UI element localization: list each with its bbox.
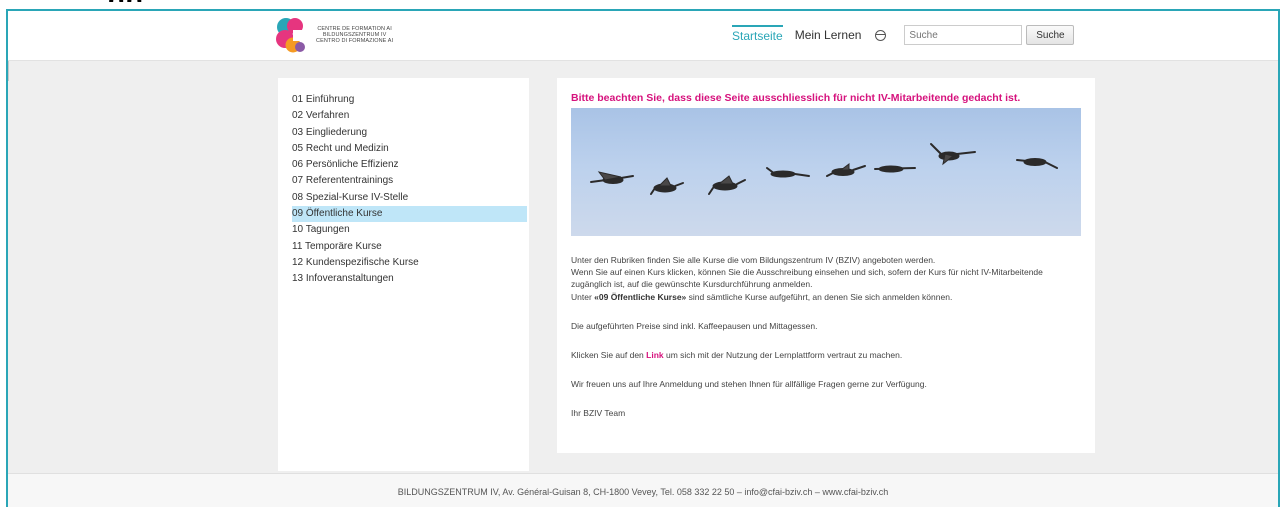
- nav-mein-lernen-link[interactable]: Mein Lernen: [795, 28, 862, 42]
- learning-platform-link[interactable]: Link: [646, 350, 663, 360]
- goose-6: [874, 165, 916, 173]
- intro-line-1: Unter den Rubriken finden Sie alle Kurse…: [571, 255, 936, 265]
- search-input[interactable]: [904, 25, 1023, 45]
- flying-geese-illustration: [590, 143, 1058, 195]
- top-navigation: Startseite Mein Lernen Suche: [732, 11, 1075, 59]
- closing-paragraph: Wir freuen uns auf Ihre Anmeldung und st…: [571, 379, 927, 390]
- goose-4: [766, 167, 810, 178]
- goose-2: [650, 177, 684, 195]
- category-item-13[interactable]: 13 Infoveranstaltungen: [278, 271, 529, 287]
- search-button[interactable]: Suche: [1026, 25, 1075, 45]
- intro-line-2: Wenn Sie auf einen Kurs klicken, können …: [571, 267, 1043, 290]
- site-header: CENTRE DE FORMATION AI BILDUNGSZENTRUM I…: [8, 11, 1278, 61]
- prices-paragraph: Die aufgeführten Preise sind inkl. Kaffe…: [571, 320, 818, 331]
- logo-text: CENTRE DE FORMATION AI BILDUNGSZENTRUM I…: [316, 26, 393, 44]
- category-item-01[interactable]: 01 Einführung: [278, 92, 529, 108]
- goose-7: [930, 143, 976, 166]
- intro-paragraph: Unter den Rubriken finden Sie alle Kurse…: [571, 254, 1081, 303]
- scroll-stub: [8, 61, 9, 81]
- category-item-06[interactable]: 06 Persönliche Effizienz: [278, 157, 529, 173]
- cropped-heading-fragment: gg: [108, 0, 144, 2]
- nav-startseite-link[interactable]: Startseite: [732, 25, 783, 43]
- logo-mark-icon: [276, 18, 310, 53]
- link-paragraph-post: um sich mit der Nutzung der Lernplattfor…: [663, 350, 903, 361]
- category-item-11[interactable]: 11 Temporäre Kurse: [278, 239, 529, 255]
- goose-5: [826, 163, 866, 177]
- category-item-02[interactable]: 02 Verfahren: [278, 108, 529, 124]
- course-category-sidebar: 01 Einführung 02 Verfahren 03 Einglieder…: [278, 78, 529, 471]
- category-item-12[interactable]: 12 Kundenspezifische Kurse: [278, 255, 529, 271]
- main-content: Bitte beachten Sie, dass diese Seite aus…: [557, 78, 1095, 453]
- browser-page: CENTRE DE FORMATION AI BILDUNGSZENTRUM I…: [6, 9, 1280, 507]
- category-item-10[interactable]: 10 Tagungen: [278, 222, 529, 238]
- hero-image-geese: [571, 108, 1081, 236]
- notice-heading: Bitte beachten Sie, dass diese Seite aus…: [571, 92, 1021, 104]
- language-globe-icon[interactable]: [875, 29, 887, 41]
- category-item-07[interactable]: 07 Referententrainings: [278, 173, 529, 189]
- category-list: 01 Einführung 02 Verfahren 03 Einglieder…: [278, 92, 529, 288]
- goose-1: [590, 171, 634, 184]
- category-item-09[interactable]: 09 Öffentliche Kurse: [292, 206, 527, 223]
- goose-3: [708, 175, 746, 195]
- intro-text: Unter den Rubriken finden Sie alle Kurse…: [571, 254, 1081, 420]
- site-logo[interactable]: CENTRE DE FORMATION AI BILDUNGSZENTRUM I…: [276, 17, 416, 53]
- goose-8: [1016, 158, 1058, 169]
- link-paragraph-pre: Klicken Sie auf den: [571, 350, 647, 361]
- category-item-03[interactable]: 03 Eingliederung: [278, 125, 529, 141]
- link-paragraph: Klicken Sie auf den Link um sich mit der…: [571, 349, 1081, 361]
- intro-line-3-pre: Unter: [571, 291, 595, 302]
- signature: Ihr BZIV Team: [571, 408, 626, 419]
- category-item-05[interactable]: 05 Recht und Medizin: [278, 141, 529, 157]
- intro-line-3-post: sind sämtliche Kurse aufgeführt, an dene…: [686, 291, 953, 302]
- site-footer: BILDUNGSZENTRUM IV, Av. Général-Guisan 8…: [8, 473, 1278, 507]
- category-item-08[interactable]: 08 Spezial-Kurse IV-Stelle: [278, 190, 529, 206]
- intro-line-3-bold: «09 Öffentliche Kurse»: [594, 291, 687, 302]
- logo-line-it: CENTRO DI FORMAZIONE AI: [316, 38, 394, 44]
